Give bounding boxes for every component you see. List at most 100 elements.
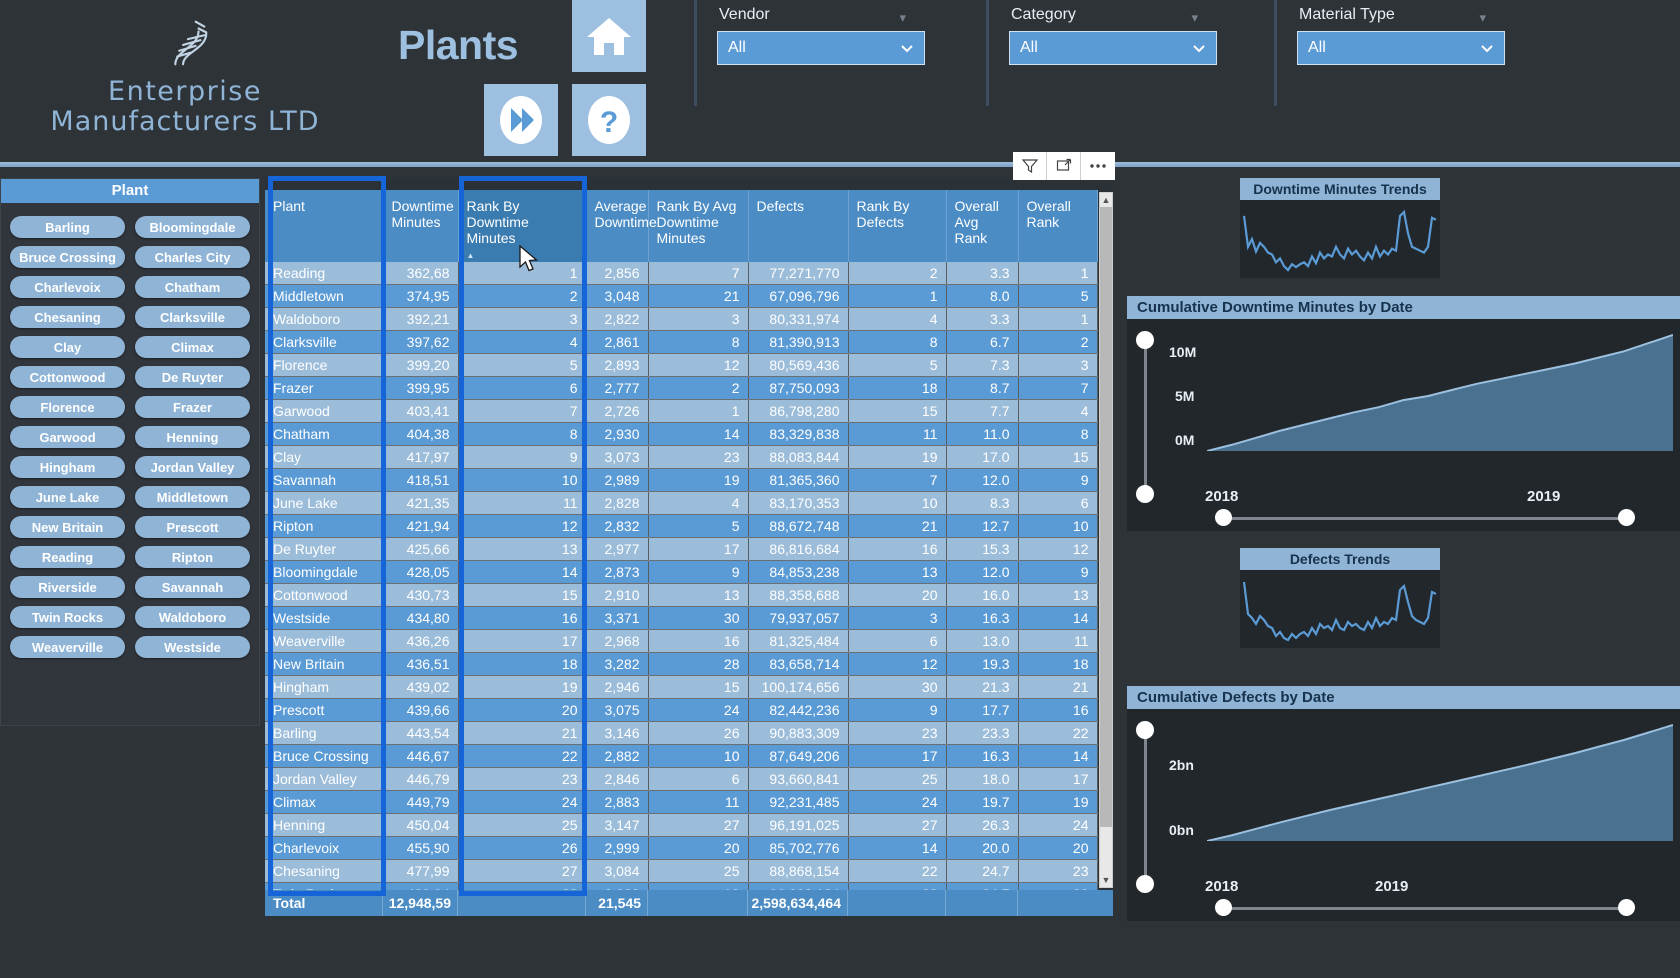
plant-chip[interactable]: Cottonwood [10,366,125,388]
plant-chip[interactable]: New Britain [10,516,125,538]
table-row[interactable]: Twin Rocks480,04283,0821896,002,1842824.… [265,882,1098,890]
plant-chip[interactable]: Jordan Valley [135,456,250,478]
table-row[interactable]: Henning 450,04 25 3,147 27 96,191,025 27 26.3 24 [265,813,1098,837]
filter-icon[interactable] [1013,152,1047,180]
table-row[interactable]: Florence 399,20 5 2,893 12 80,569,436 5 7.3 3 [265,353,1098,377]
column-header-plant[interactable]: Plant [265,190,384,262]
plant-chip[interactable]: Twin Rocks [10,606,125,628]
x-axis-range-slider-downtime[interactable] [1215,509,1635,526]
plant-chip[interactable]: Charles City [135,246,250,268]
slider-knob-right[interactable] [1618,899,1635,916]
scrollbar-thumb[interactable] [1100,207,1112,827]
table-vertical-scrollbar[interactable]: ▲ ▼ [1099,192,1113,888]
table-row[interactable]: Prescott 439,66 20 3,075 24 82,442,236 9 17.7 16 [265,698,1098,722]
column-header-defects[interactable]: Defects [748,190,849,262]
more-options-icon[interactable] [1081,152,1115,180]
slider-knob-top[interactable] [1136,331,1154,349]
slicer-vendor-dropdown[interactable]: All [717,31,925,65]
table-row[interactable]: Cottonwood 430,73 15 2,910 13 88,358,688 20 16.… [265,583,1098,607]
help-button[interactable]: ? [572,84,646,156]
plant-chip[interactable]: June Lake [10,486,125,508]
plant-chip[interactable]: Chesaning [10,306,125,328]
downtime-minutes-trends-card[interactable]: Downtime Minutes Trends [1240,178,1440,278]
column-header-rank-by-avg-downtime-minutes[interactable]: Rank By Avg Downtime Minutes [648,190,749,262]
plants-rank-table-visual[interactable]: Plant Downtime Minutes Rank By Downtime Mi… [265,178,1113,916]
plant-chip[interactable]: Garwood [10,426,125,448]
table-row[interactable]: Frazer 399,95 6 2,777 2 87,750,093 18 8.7 7 [265,376,1098,400]
plant-chip[interactable]: Waldoboro [135,606,250,628]
slider-knob-right[interactable] [1618,509,1635,526]
table-row[interactable]: Barling 443,54 21 3,146 26 90,883,309 23 23.3 22 [265,721,1098,745]
table-row[interactable]: Westside 434,80 16 3,371 30 79,937,057 3 16.3 14 [265,606,1098,630]
table-row[interactable]: Reading 362,68 1 2,856 7 77,271,770 2 3.3 1 [265,262,1098,285]
plant-chip[interactable]: Florence [10,396,125,418]
plant-chip[interactable]: Reading [10,546,125,568]
column-header-downtime-minutes[interactable]: Downtime Minutes [383,190,459,262]
chevron-down-icon[interactable]: ▾ [1479,10,1486,26]
y-axis-range-slider-defects[interactable] [1136,721,1154,893]
table-row[interactable]: Savannah 418,51 10 2,989 19 81,365,360 7 12.0 9 [265,468,1098,492]
table-row[interactable]: Weaverville 436,26 17 2,968 16 81,325,484 6 13.… [265,629,1098,653]
x-axis-range-slider-defects[interactable] [1215,899,1635,916]
defects-trends-card[interactable]: Defects Trends [1240,548,1440,648]
table-row[interactable]: Garwood 403,41 7 2,726 1 86,798,280 15 7.7 4 [265,399,1098,423]
table-row[interactable]: Bruce Crossing 446,67 22 2,882 10 87,649,206 1… [265,744,1098,768]
plant-chip[interactable]: Hingham [10,456,125,478]
slider-knob-left[interactable] [1215,509,1232,526]
plant-chip[interactable]: Bruce Crossing [10,246,125,268]
table-row[interactable]: Climax 449,79 24 2,883 11 92,231,485 24 19.7 19 [265,790,1098,814]
table-row[interactable]: Middletown 374,95 2 3,048 21 67,096,796 1 8.0 5 [265,284,1098,308]
table-row[interactable]: Jordan Valley 446,79 23 2,846 6 93,660,841 25 1… [265,767,1098,791]
plant-chip[interactable]: Bloomingdale [135,216,250,238]
table-row[interactable]: Bloomingdale 428,05 14 2,873 9 84,853,238 13 12… [265,560,1098,584]
plant-chip[interactable]: Frazer [135,396,250,418]
plant-chip[interactable]: Henning [135,426,250,448]
chevron-down-icon[interactable]: ▾ [899,10,906,26]
column-header-overall-avg-rank[interactable]: Overall Avg Rank [946,190,1019,262]
y-axis-range-slider-downtime[interactable] [1136,331,1154,503]
scroll-up-arrow-icon[interactable]: ▲ [1100,193,1112,207]
table-row[interactable]: Waldoboro 392,21 3 2,822 3 80,331,974 4 3.3 1 [265,307,1098,331]
chevron-down-icon[interactable]: ▾ [1191,10,1198,26]
table-row[interactable]: Charlevoix 455,90 26 2,999 20 85,702,776 14 20.… [265,836,1098,860]
column-header-rank-by-defects[interactable]: Rank By Defects [848,190,947,262]
table-row[interactable]: Hingham 439,02 19 2,946 15 100,174,656 30 21.3 2… [265,675,1098,699]
plant-chip[interactable]: Weaverville [10,636,125,658]
scroll-down-arrow-icon[interactable]: ▼ [1100,873,1112,887]
plant-chip[interactable]: Clay [10,336,125,358]
table-row[interactable]: Chesaning 477,99 27 3,084 25 88,868,154 22 24.7… [265,859,1098,883]
table-row[interactable]: Clarksville 397,62 4 2,861 8 81,390,913 8 6.7 2 [265,330,1098,354]
plant-chip[interactable]: De Ruyter [135,366,250,388]
table-row[interactable]: De Ruyter 425,66 13 2,977 17 86,816,684 16 15.3… [265,537,1098,561]
column-header-average-downtime[interactable]: Average Downtime [586,190,657,262]
cumulative-downtime-card[interactable]: Cumulative Downtime Minutes by Date 10M … [1127,296,1680,531]
plant-chip[interactable]: Climax [135,336,250,358]
home-button[interactable] [572,0,646,72]
plant-chip[interactable]: Barling [10,216,125,238]
plant-chip[interactable]: Savannah [135,576,250,598]
slicer-material-type-dropdown[interactable]: All [1297,31,1505,65]
table-row[interactable]: June Lake 421,35 11 2,828 4 83,170,353 10 8.3 6 [265,491,1098,515]
plant-chip[interactable]: Charlevoix [10,276,125,298]
table-scroll-area[interactable]: Plant Downtime Minutes Rank By Downtime Mi… [265,190,1113,890]
slider-knob-bottom[interactable] [1136,485,1154,503]
plant-chip[interactable]: Riverside [10,576,125,598]
plant-chip[interactable]: Ripton [135,546,250,568]
slider-knob-top[interactable] [1136,721,1154,739]
slider-knob-bottom[interactable] [1136,875,1154,893]
table-row[interactable]: New Britain 436,51 18 3,282 28 83,658,714 12 19… [265,652,1098,676]
column-header-overall-rank[interactable]: Overall Rank [1018,190,1098,262]
plant-chip[interactable]: Prescott [135,516,250,538]
focus-mode-icon[interactable] [1047,152,1081,180]
table-row[interactable]: Chatham 404,38 8 2,930 14 83,329,838 11 11.0 8 [265,422,1098,446]
next-page-button[interactable] [484,84,558,156]
plants-rank-table[interactable]: Plant Downtime Minutes Rank By Downtime Mi… [265,190,1098,890]
table-row[interactable]: Clay 417,97 9 3,073 23 88,083,844 19 17.0 15 [265,445,1098,469]
plant-chip[interactable]: Chatham [135,276,250,298]
table-row[interactable]: Ripton 421,94 12 2,832 5 88,672,748 21 12.7 10 [265,514,1098,538]
cumulative-defects-card[interactable]: Cumulative Defects by Date 2bn 0bn 2018 … [1127,686,1680,921]
plant-chip[interactable]: Middletown [135,486,250,508]
plant-chip[interactable]: Westside [135,636,250,658]
slider-knob-left[interactable] [1215,899,1232,916]
slicer-category-dropdown[interactable]: All [1009,31,1217,65]
